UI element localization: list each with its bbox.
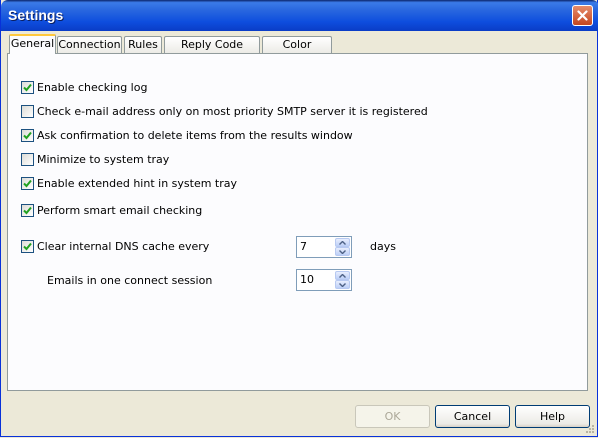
dns-cache-units: days [370,240,396,253]
option-label: Check e-mail address only on most priori… [37,104,428,118]
checkbox[interactable] [21,128,34,142]
dns-cache-days-value[interactable]: 7 [300,240,307,253]
cancel-button[interactable]: Cancel [435,405,510,428]
session-emails-stepper[interactable]: 10 [296,269,352,291]
spin-down-button[interactable] [335,247,350,256]
option-label: Ask confirmation to delete items from th… [37,128,353,142]
option-smart-email-checking[interactable]: Perform smart email checking [21,202,202,218]
checkbox[interactable] [21,152,34,166]
window-title: Settings [8,7,64,23]
tab-general[interactable]: General [9,34,56,54]
resize-grip-icon[interactable] [584,423,595,434]
help-button[interactable]: Help [515,405,590,428]
tab-rules[interactable]: Rules [124,36,162,53]
close-button[interactable] [572,5,593,26]
option-clear-dns-cache[interactable]: Clear internal DNS cache every [21,238,209,254]
check-icon [23,206,32,214]
chevron-up-icon [339,273,346,278]
option-check-priority-smtp[interactable]: Check e-mail address only on most priori… [21,103,428,119]
checkbox[interactable] [21,239,34,253]
checkbox[interactable] [21,203,34,217]
spin-up-button[interactable] [335,238,350,247]
check-icon [23,131,32,139]
check-icon [23,242,32,250]
checkbox[interactable] [21,80,34,94]
close-icon [577,10,588,21]
check-icon [23,83,32,91]
spin-down-button[interactable] [335,280,350,289]
tab-color-theme[interactable]: Color Theme [262,36,332,66]
option-minimize-to-tray[interactable]: Minimize to system tray [21,151,169,167]
option-ask-confirmation-delete[interactable]: Ask confirmation to delete items from th… [21,127,353,143]
chevron-down-icon [339,249,346,254]
option-extended-hint[interactable]: Enable extended hint in system tray [21,175,237,191]
option-label: Enable checking log [37,80,148,94]
option-enable-checking-log[interactable]: Enable checking log [21,79,147,95]
chevron-down-icon [339,282,346,287]
checkbox[interactable] [21,176,34,190]
chevron-up-icon [339,240,346,245]
settings-window: Settings General Connection Rules Reply … [0,0,598,437]
option-label: Minimize to system tray [37,152,170,166]
option-label: Clear internal DNS cache every [37,239,210,253]
tab-reply-code-rules[interactable]: Reply Code Rules [164,36,260,66]
tab-connection[interactable]: Connection [57,36,122,53]
check-icon [23,179,32,187]
session-emails-value[interactable]: 10 [300,273,314,286]
option-label: Enable extended hint in system tray [37,176,238,190]
title-bar[interactable]: Settings [1,0,598,31]
dns-cache-days-stepper[interactable]: 7 [296,236,352,258]
spin-up-button[interactable] [335,271,350,280]
option-label: Perform smart email checking [37,203,203,217]
checkbox[interactable] [21,104,34,118]
ok-button[interactable]: OK [355,405,430,428]
session-label: Emails in one connect session [47,274,213,287]
